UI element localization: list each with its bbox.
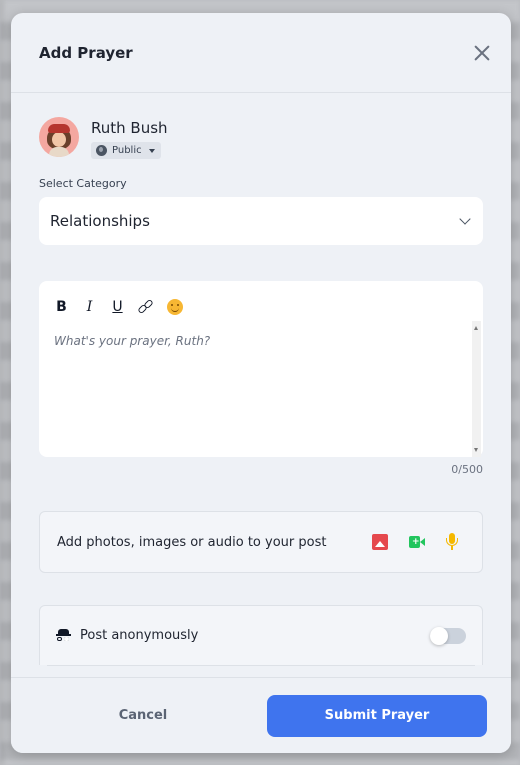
anonymous-row: Post anonymously bbox=[39, 605, 483, 665]
bold-button[interactable]: B bbox=[54, 299, 69, 315]
add-prayer-modal: Add Prayer Ruth Bush Public Select Categ… bbox=[11, 13, 511, 753]
anonymous-label: Post anonymously bbox=[80, 628, 199, 643]
globe-icon bbox=[96, 145, 107, 156]
prayer-text-input[interactable]: What's your prayer, Ruth? bbox=[39, 321, 471, 457]
modal-header: Add Prayer bbox=[11, 13, 511, 93]
user-row: Ruth Bush Public bbox=[39, 117, 483, 160]
toggle-knob bbox=[430, 626, 448, 645]
video-icon[interactable]: + bbox=[409, 536, 425, 548]
incognito-icon bbox=[56, 629, 71, 642]
photo-icon[interactable] bbox=[372, 534, 388, 550]
cancel-button[interactable]: Cancel bbox=[73, 708, 213, 723]
char-count: 0/500 bbox=[451, 463, 483, 476]
category-select[interactable]: Relationships bbox=[39, 197, 483, 245]
modal-title: Add Prayer bbox=[39, 43, 133, 62]
modal-footer: Cancel Submit Prayer bbox=[11, 677, 511, 753]
avatar bbox=[39, 117, 79, 157]
editor-scrollbar[interactable] bbox=[472, 321, 481, 457]
user-name: Ruth Bush bbox=[91, 119, 168, 137]
close-icon[interactable] bbox=[471, 42, 493, 64]
submit-prayer-button[interactable]: Submit Prayer bbox=[267, 694, 487, 737]
editor-toolbar: B I U bbox=[39, 281, 483, 321]
divider bbox=[47, 665, 475, 666]
user-info: Ruth Bush Public bbox=[91, 117, 168, 160]
privacy-label: Public bbox=[112, 145, 142, 156]
scroll-up-icon[interactable] bbox=[474, 326, 478, 330]
media-attachment-box: Add photos, images or audio to your post… bbox=[39, 511, 483, 573]
category-selected-value: Relationships bbox=[50, 212, 150, 230]
category-label: Select Category bbox=[39, 177, 127, 190]
media-icons: + bbox=[372, 533, 458, 551]
italic-button[interactable]: I bbox=[82, 299, 97, 315]
link-icon[interactable] bbox=[137, 298, 154, 315]
anonymous-label-group: Post anonymously bbox=[56, 628, 198, 643]
modal-content: Ruth Bush Public Select Category Relatio… bbox=[11, 93, 511, 677]
scroll-down-icon[interactable] bbox=[474, 448, 478, 452]
anonymous-toggle[interactable] bbox=[430, 626, 466, 645]
privacy-dropdown[interactable]: Public bbox=[91, 142, 161, 159]
prayer-editor: B I U What's your prayer, Ruth? bbox=[39, 281, 483, 457]
microphone-icon[interactable] bbox=[446, 533, 458, 551]
emoji-icon[interactable] bbox=[167, 298, 183, 315]
underline-button[interactable]: U bbox=[110, 299, 125, 315]
chevron-down-icon bbox=[459, 213, 471, 225]
media-attachment-text: Add photos, images or audio to your post bbox=[57, 534, 327, 550]
caret-down-icon bbox=[148, 148, 155, 153]
